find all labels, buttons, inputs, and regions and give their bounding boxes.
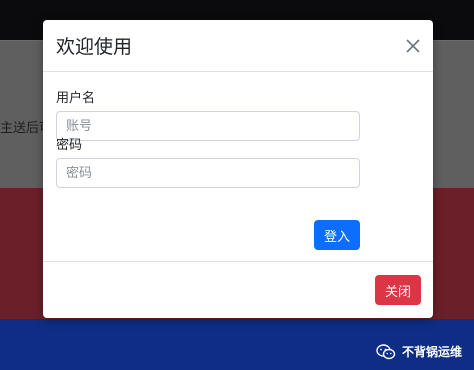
modal-header: 欢迎使用: [43, 20, 433, 72]
password-label: 密码: [56, 138, 83, 153]
modal-footer: 关闭: [43, 262, 433, 317]
close-icon[interactable]: [405, 38, 421, 54]
wechat-icon: [376, 343, 396, 359]
password-group: 密码: [56, 134, 360, 188]
login-modal: 欢迎使用 用户名 密码 登入 关闭: [43, 20, 433, 318]
username-group: 用户名: [56, 87, 360, 141]
username-label: 用户名: [56, 91, 96, 106]
password-input[interactable]: [56, 158, 360, 188]
close-button[interactable]: 关闭: [375, 275, 421, 305]
modal-title: 欢迎使用: [56, 36, 133, 58]
watermark: 不背锅运维: [376, 343, 462, 360]
modal-body: 用户名 密码 登入: [43, 72, 433, 262]
watermark-text: 不背锅运维: [401, 345, 462, 359]
login-button[interactable]: 登入: [314, 220, 360, 250]
